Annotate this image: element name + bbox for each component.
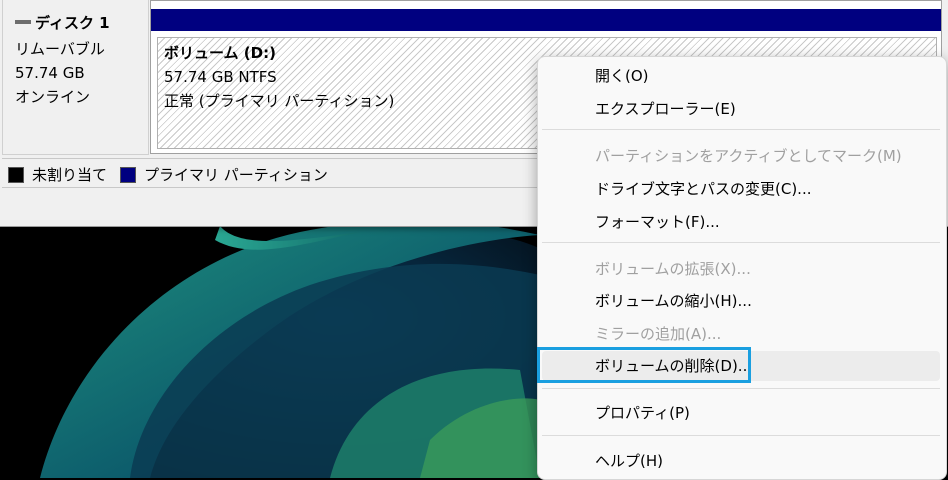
- menu-item-extend-volume: ボリュームの拡張(X)...: [595, 260, 751, 278]
- menu-separator: [542, 242, 940, 243]
- menu-item-change-drive-letter[interactable]: ドライブ文字とパスの変更(C)...: [542, 174, 940, 204]
- disk-type: リムーバブル: [15, 40, 105, 58]
- disk-title: ディスク 1: [35, 14, 110, 32]
- legend-label-primary: プライマリ パーティション: [144, 166, 328, 184]
- menu-item-add-mirror: ミラーの追加(A)...: [595, 325, 722, 343]
- menu-separator: [542, 435, 940, 436]
- volume-name: ボリューム (D:): [164, 44, 276, 62]
- legend-item-unallocated: 未割り当て: [8, 164, 107, 185]
- menu-item-properties[interactable]: プロパティ(P): [542, 398, 940, 428]
- unallocated-swatch: [8, 166, 24, 183]
- menu-item-help[interactable]: ヘルプ(H): [542, 446, 940, 476]
- legend-label-unallocated: 未割り当て: [32, 166, 108, 184]
- menu-item-explorer[interactable]: エクスプローラー(E): [542, 94, 940, 124]
- volume-status: 正常 (プライマリ パーティション): [164, 92, 395, 110]
- disk-status: オンライン: [15, 88, 91, 106]
- menu-separator: [542, 388, 940, 389]
- disk-icon: [15, 19, 31, 24]
- volume-size-fs: 57.74 GB NTFS: [164, 68, 277, 86]
- menu-item-mark-active: パーティションをアクティブとしてマーク(M): [595, 147, 902, 165]
- menu-separator: [542, 129, 940, 130]
- menu-item-shrink-volume[interactable]: ボリュームの縮小(H)...: [542, 286, 940, 316]
- disk-size: 57.74 GB: [15, 64, 85, 82]
- volume-context-menu: 開く(O) エクスプローラー(E) パーティションをアクティブとしてマーク(M)…: [537, 56, 947, 480]
- legend-item-primary: プライマリ パーティション: [120, 164, 328, 185]
- menu-item-open[interactable]: 開く(O): [542, 61, 940, 91]
- primary-partition-swatch: [120, 166, 136, 183]
- menu-item-format[interactable]: フォーマット(F)...: [542, 207, 940, 237]
- disk-info-panel[interactable]: ディスク 1 リムーバブル 57.74 GB オンライン: [2, 0, 149, 155]
- partition-header-bar: [151, 9, 941, 31]
- delete-volume-focus-highlight: [537, 347, 751, 383]
